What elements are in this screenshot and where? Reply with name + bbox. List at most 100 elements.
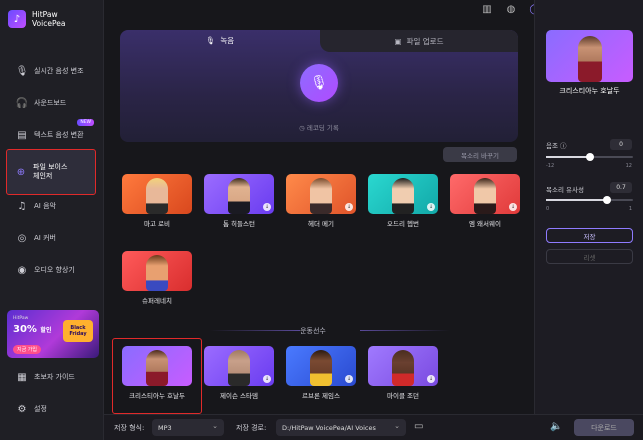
voice-card[interactable]: ↓ 마이클 조던 [368, 346, 438, 400]
voice-name: 오드리 헵번 [387, 220, 419, 228]
sidebar-item-ai-music[interactable]: ♫ AI 음악 [8, 193, 98, 219]
download-icon[interactable]: ↓ [427, 375, 435, 383]
sidebar-item-label: 실시간 음성 변조 [34, 67, 84, 75]
pitch-label: 음조 ⓘ [546, 140, 567, 150]
download-icon[interactable]: ↓ [263, 375, 271, 383]
voice-avatar: ↓ [204, 346, 274, 386]
tab-record[interactable]: 🎙 녹음 [120, 30, 320, 50]
save-button[interactable]: 저장 [546, 228, 633, 243]
change-voice-button[interactable]: 목소리 바꾸기 [443, 147, 517, 162]
chevron-down-icon: ⌄ [394, 422, 400, 430]
new-badge: NEW [77, 119, 94, 126]
selected-voice-name: 크리스티아누 호날두 [559, 87, 620, 95]
sidebar-item-settings[interactable]: ⚙ 설정 [8, 396, 98, 422]
sidebar-item-label: 오디오 향상기 [34, 266, 75, 274]
voice-card[interactable]: ↓ 헤더 메기 [286, 174, 356, 228]
voice-card[interactable]: 마고 로비 [122, 174, 192, 228]
download-icon[interactable]: ↓ [509, 203, 517, 211]
download-icon[interactable]: ↓ [345, 203, 353, 211]
voice-name: 헤더 메기 [308, 220, 334, 228]
book-icon[interactable]: ▥ [481, 4, 493, 15]
download-icon[interactable]: ↓ [427, 203, 435, 211]
pitch-value-input[interactable]: 0 [610, 139, 632, 150]
mic-icon: 🎙 [205, 35, 216, 45]
download-icon[interactable]: ↓ [345, 375, 353, 383]
voice-card[interactable]: ↓ 제이슨 스타뎀 [204, 346, 274, 400]
record-button[interactable]: 🎙 [300, 64, 338, 102]
volume-icon[interactable]: 🔈 [550, 421, 562, 432]
path-select[interactable]: D:/HitPaw VoicePea/AI Voices ⌄ [276, 419, 406, 436]
sidebar-item-label: 텍스트 음성 변환 [34, 131, 84, 139]
sidebar-item-label: 초보자 가이드 [34, 373, 75, 381]
folder-icon[interactable]: ▭ [414, 421, 423, 432]
discord-icon[interactable]: ◍ [505, 4, 517, 15]
similarity-value-input[interactable]: 0.7 [610, 182, 632, 193]
sidebar-item-label: AI 커버 [34, 234, 56, 242]
similarity-slider-handle[interactable] [603, 196, 611, 204]
voice-avatar: ↓ [368, 174, 438, 214]
similarity-min-label: 0 [546, 206, 550, 212]
tab-upload[interactable]: ▣ 파일 업로드 [320, 30, 518, 52]
sidebar-item-audio-enhancer[interactable]: ◉ 오디오 향상기 [8, 257, 98, 283]
similarity-slider[interactable] [546, 196, 633, 204]
voice-card[interactable]: ↓ 톰 히들스턴 [204, 174, 274, 228]
sidebar-item-realtime[interactable]: 🎙 실시간 음성 변조 [8, 58, 98, 84]
sidebar-item-tts[interactable]: ▤ 텍스트 음성 변환 NEW [8, 119, 98, 148]
download-icon[interactable]: ↓ [263, 203, 271, 211]
info-icon[interactable]: ⓘ [560, 142, 567, 150]
pitch-slider-handle[interactable] [586, 153, 594, 161]
pitch-min-label: -12 [546, 163, 555, 169]
sidebar-item-label: 사운드보드 [34, 99, 67, 107]
sidebar: ♪ HitPaw VoicePea 🎙 실시간 음성 변조 🎧 사운드보드 ▤ … [0, 0, 104, 440]
pitch-max-label: 12 [625, 163, 632, 169]
promo-banner[interactable]: HitPaw 30% 할인 지금 가입 Black Friday [7, 310, 99, 358]
similarity-max-label: 1 [628, 206, 632, 212]
clock-icon: ◷ [299, 124, 305, 132]
export-button[interactable]: 다운로드 [574, 419, 634, 436]
gear-icon: ⚙ [17, 403, 27, 415]
voice-card[interactable]: ↓ 르브론 제임스 [286, 346, 356, 400]
tab-record-label: 녹음 [220, 35, 235, 45]
tab-upload-label: 파일 업로드 [406, 36, 444, 46]
voice-card[interactable]: ↓ 엠 왜서웨이 [450, 174, 520, 228]
selected-voice-avatar [546, 30, 633, 82]
format-select-value: MP3 [158, 423, 172, 432]
text-icon: ▤ [17, 129, 27, 141]
voice-name: 마이클 조던 [387, 392, 419, 400]
promo-cta-button[interactable]: 지금 가입 [13, 345, 41, 354]
mic-icon: 🎙 [310, 75, 328, 91]
sidebar-item-label: AI 음악 [34, 202, 56, 210]
voice-avatar [122, 174, 192, 214]
pitch-slider[interactable] [546, 153, 633, 161]
voice-settings-panel: 크리스티아누 호날두 음조 ⓘ 0 -12 12 목소리 유사성 0.7 0 1… [534, 0, 643, 440]
promo-badge: Black Friday [63, 320, 93, 342]
sidebar-item-soundboard[interactable]: 🎧 사운드보드 [8, 90, 98, 116]
path-label: 저장 경로: [236, 424, 267, 432]
voice-name: 제이슨 스타뎀 [220, 392, 258, 400]
section-title: 운동선수 [300, 327, 326, 335]
voice-name: 마고 로비 [144, 220, 170, 228]
format-select[interactable]: MP3 ⌄ [152, 419, 224, 436]
sidebar-item-file-voice-changer[interactable]: ⊕ 파일 보이스 체인저 [6, 149, 96, 195]
bottom-bar: 저장 형식: MP3 ⌄ 저장 경로: D:/HitPaw VoicePea/A… [104, 414, 643, 440]
voice-avatar: ↓ [286, 346, 356, 386]
file-voice-icon: ⊕ [16, 166, 26, 178]
voice-name: 슈퍼레네치 [142, 297, 172, 305]
voice-avatar [122, 251, 192, 291]
voice-avatar: ↓ [368, 346, 438, 386]
voice-avatar: ↓ [450, 174, 520, 214]
music-icon: ♫ [17, 200, 27, 212]
voice-card[interactable]: ↓ 오드리 헵번 [368, 174, 438, 228]
similarity-label: 목소리 유사성 [546, 186, 584, 194]
voice-card[interactable]: 슈퍼레네치 [122, 251, 192, 305]
chevron-down-icon: ⌄ [212, 422, 218, 430]
cover-icon: ◎ [17, 232, 27, 244]
recording-history-link[interactable]: ◷ 레코딩 기록 [120, 122, 518, 132]
sidebar-item-ai-cover[interactable]: ◎ AI 커버 [8, 225, 98, 251]
sidebar-item-guide[interactable]: ▦ 초보자 가이드 [8, 364, 98, 390]
reset-button[interactable]: 리셋 [546, 249, 633, 264]
mic-icon: 🎙 [15, 65, 29, 77]
path-select-value: D:/HitPaw VoicePea/AI Voices [282, 423, 376, 432]
recording-history-label: 레코딩 기록 [306, 124, 339, 132]
app-name-line1: HitPaw [32, 10, 58, 19]
